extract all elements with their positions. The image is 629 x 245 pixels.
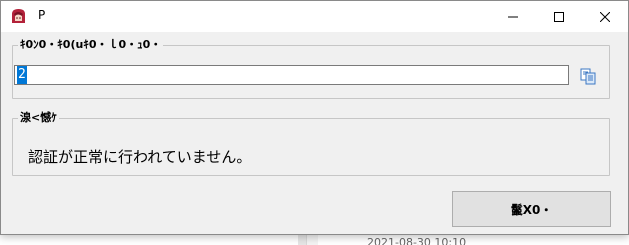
ok-button-label: 鬣X0・: [510, 202, 553, 217]
close-icon: [600, 11, 610, 22]
status-message: 認証が正常に行われていません。: [28, 148, 252, 166]
copy-icon: [580, 68, 596, 85]
close-button[interactable]: [582, 1, 628, 32]
status-group-legend: 湶<憾ｹ: [20, 111, 57, 124]
ok-button[interactable]: 鬣X0・: [452, 191, 611, 227]
title-bar[interactable]: P: [1, 1, 628, 32]
auth-dialog: P ｷ0ﾝ0・ｷ0(uｷ0・ｌ0・ｭ0・ 2 湶<憾ｹ 認証が正常に行われていま…: [0, 0, 629, 235]
minimize-button[interactable]: [490, 1, 536, 32]
app-icon: [10, 8, 27, 25]
token-group-legend: ｷ0ﾝ0・ｷ0(uｷ0・ｌ0・ｭ0・: [20, 38, 162, 51]
token-input[interactable]: 2: [14, 65, 569, 85]
token-input-value: 2: [17, 66, 27, 84]
background-row-text: 2021-08-30 10:10: [367, 236, 467, 245]
dialog-content: ｷ0ﾝ0・ｷ0(uｷ0・ｌ0・ｭ0・ 2 湶<憾ｹ 認証が正常に行われていません…: [1, 32, 628, 234]
maximize-icon: [554, 11, 564, 22]
window-title: P: [38, 8, 46, 22]
copy-button[interactable]: [579, 67, 597, 85]
maximize-button[interactable]: [536, 1, 582, 32]
minimize-icon: [508, 16, 518, 17]
